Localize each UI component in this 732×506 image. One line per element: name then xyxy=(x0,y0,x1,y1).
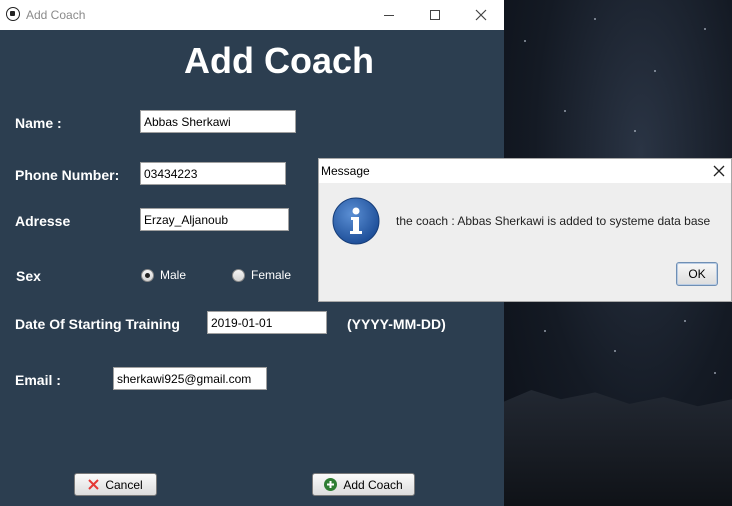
info-icon xyxy=(332,197,380,250)
email-label: Email : xyxy=(15,372,61,388)
dialog-title-bar[interactable]: Message xyxy=(319,159,731,183)
email-field[interactable]: sherkawi925@gmail.com xyxy=(113,367,267,390)
sex-radio-female[interactable]: Female xyxy=(232,268,291,282)
window-title: Add Coach xyxy=(26,8,86,22)
title-bar[interactable]: Add Coach xyxy=(0,0,504,30)
sex-option-male: Male xyxy=(160,268,187,282)
sex-option-female: Female xyxy=(251,268,292,282)
message-dialog: Message the coach : Abbas Sherkawi is ad… xyxy=(318,158,732,302)
close-icon xyxy=(475,9,487,21)
phone-label: Phone Number: xyxy=(15,167,120,183)
address-field[interactable]: Erzay_Aljanoub xyxy=(140,208,289,231)
name-field[interactable]: Abbas Sherkawi xyxy=(140,110,296,133)
date-field[interactable]: 2019-01-01 xyxy=(207,311,327,334)
maximize-icon xyxy=(430,10,440,20)
add-coach-button[interactable]: Add Coach xyxy=(312,473,415,496)
phone-field[interactable]: 03434223 xyxy=(140,162,286,185)
minimize-icon xyxy=(384,14,394,16)
cancel-button[interactable]: Cancel xyxy=(74,473,157,496)
close-icon xyxy=(713,165,725,177)
minimize-button[interactable] xyxy=(366,0,412,30)
sex-radio-male[interactable]: Male xyxy=(141,268,186,282)
ok-button[interactable]: OK xyxy=(676,262,718,286)
radio-selected-icon xyxy=(141,268,154,282)
add-plus-icon xyxy=(324,478,338,491)
sex-label: Sex xyxy=(16,268,41,284)
date-format-hint: (YYYY-MM-DD) xyxy=(347,316,446,332)
dialog-message: the coach : Abbas Sherkawi is added to s… xyxy=(396,214,711,228)
name-label: Name : xyxy=(15,115,62,131)
maximize-button[interactable] xyxy=(412,0,458,30)
add-coach-label: Add Coach xyxy=(343,477,403,492)
close-button[interactable] xyxy=(458,0,504,30)
date-label: Date Of Starting Training xyxy=(15,316,180,332)
cancel-label: Cancel xyxy=(105,477,143,492)
address-label: Adresse xyxy=(15,213,71,229)
radio-unselected-icon xyxy=(232,268,245,282)
dialog-close-button[interactable] xyxy=(709,161,729,181)
page-title: Add Coach xyxy=(183,40,374,81)
soccer-ball-icon xyxy=(6,7,20,21)
dialog-title: Message xyxy=(321,164,370,178)
cancel-x-icon xyxy=(88,479,100,490)
